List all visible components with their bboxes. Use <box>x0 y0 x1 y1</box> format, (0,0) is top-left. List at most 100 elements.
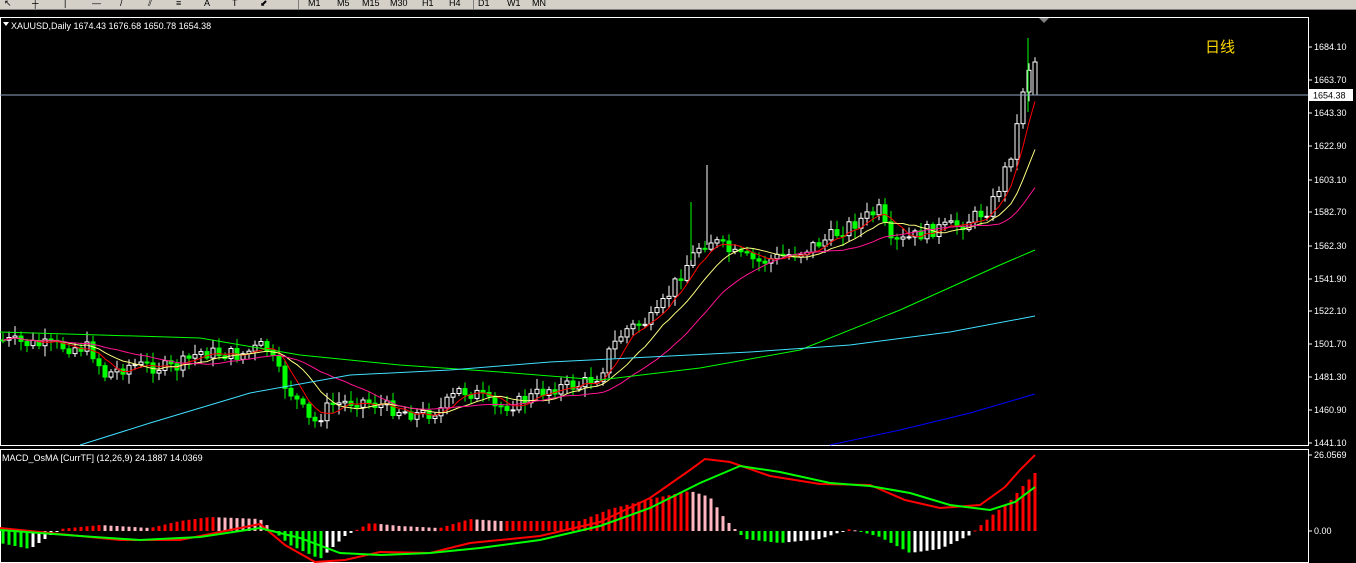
osma-bar <box>607 509 611 531</box>
macd-lines <box>0 454 1036 563</box>
osma-bar <box>781 531 785 543</box>
osma-bar <box>13 531 17 546</box>
osma-bar <box>949 531 953 544</box>
current-price-label: 1654.38 <box>1313 91 1346 101</box>
price-tick-label: 1522.10 <box>1314 306 1347 316</box>
candle-body <box>420 410 426 414</box>
osma-bar <box>667 495 671 531</box>
candle-body <box>204 351 210 359</box>
osma-bar <box>799 531 803 541</box>
price-tick-label: 1603.10 <box>1314 175 1347 185</box>
price-tick-label: 1582.70 <box>1314 207 1347 217</box>
candle-body <box>702 247 708 250</box>
candle-body <box>282 365 288 389</box>
osma-bar <box>205 517 209 531</box>
osma-bar <box>1033 473 1037 531</box>
candle-body <box>354 405 360 408</box>
osma-bar <box>895 531 899 547</box>
candle-body <box>396 412 402 417</box>
osma-bar <box>433 527 437 532</box>
chart-shift-marker-icon[interactable] <box>1039 18 1049 23</box>
osma-bar <box>349 531 353 533</box>
candle-body <box>138 361 144 366</box>
osma-bar <box>835 531 839 534</box>
candle-body <box>690 252 696 266</box>
osma-bar <box>163 524 167 531</box>
candle-body <box>210 347 216 359</box>
osma-bar <box>475 519 479 531</box>
osma-bar <box>1021 486 1025 531</box>
ma-magenta-line <box>2 187 1036 410</box>
osma-bar <box>289 531 293 546</box>
osma-bar <box>115 526 119 531</box>
osma-bar <box>55 531 59 532</box>
candlestick-series <box>0 38 1038 429</box>
osma-bar <box>127 526 131 531</box>
candle-body <box>30 339 36 347</box>
osma-bar <box>517 521 521 531</box>
osma-bar <box>133 527 137 531</box>
price-axis[interactable]: 1684.10 1663.70 1643.30 1622.90 1603.10 1582.… <box>1308 42 1347 448</box>
osma-bar <box>301 531 305 552</box>
candle-body <box>318 420 324 423</box>
ma-cyan-line <box>79 315 1036 446</box>
osma-bar <box>355 529 359 531</box>
osma-bar <box>793 531 797 542</box>
candle-body <box>1032 61 1038 96</box>
chart-canvas[interactable]: XAUUSD,Daily 1674.43 1676.68 1650.78 165… <box>0 0 1356 563</box>
candle-body <box>588 377 594 384</box>
osma-bar <box>715 507 719 531</box>
osma-bar <box>67 528 71 531</box>
osma-bar <box>73 527 77 531</box>
osma-bar <box>217 517 221 531</box>
candle-body <box>906 236 912 239</box>
osma-bar <box>763 531 767 542</box>
candle-body <box>324 402 330 422</box>
indicator-axis[interactable]: 26.0569 0.00 <box>1308 450 1347 536</box>
osma-bar <box>853 530 857 532</box>
candle-body <box>258 341 264 346</box>
osma-bar <box>187 519 191 531</box>
osma-bar <box>709 498 713 531</box>
candle-body <box>666 295 672 299</box>
osma-bar <box>529 521 533 531</box>
candle-body <box>606 348 612 374</box>
candle-body <box>942 221 948 226</box>
candle-body <box>684 265 690 281</box>
osma-bar <box>757 531 761 541</box>
candle-body <box>198 351 204 356</box>
candle-body <box>534 388 540 395</box>
osma-bar <box>295 531 299 549</box>
candle-body <box>126 364 132 375</box>
osma-bar <box>745 531 749 540</box>
candle-body <box>696 247 702 254</box>
osma-bar <box>181 520 185 531</box>
candle-body <box>618 336 624 342</box>
osma-bar <box>367 523 371 531</box>
osma-bar <box>103 525 107 531</box>
candle-body <box>378 404 384 408</box>
candle-body <box>900 236 906 240</box>
collapse-icon[interactable] <box>3 22 9 26</box>
osma-bar <box>991 514 995 531</box>
candle-body <box>558 384 564 395</box>
osma-bar <box>421 527 425 531</box>
osma-bar <box>175 521 179 531</box>
osma-bar <box>811 531 815 540</box>
candle-body <box>1014 123 1020 160</box>
osma-bar <box>439 527 443 531</box>
osma-bar <box>427 527 431 531</box>
candle-body <box>24 340 30 347</box>
signal-line <box>0 464 1036 557</box>
osma-bar <box>481 519 485 531</box>
candle-body <box>870 211 876 216</box>
candle-body <box>744 251 750 254</box>
candle-body <box>714 239 720 244</box>
osma-bar <box>283 531 287 541</box>
candle-body <box>816 242 822 247</box>
osma-bar <box>691 491 695 531</box>
osma-bar <box>193 519 197 531</box>
candle-body <box>516 395 522 411</box>
main-chart-frame <box>0 17 1309 446</box>
candle-body <box>540 388 546 396</box>
